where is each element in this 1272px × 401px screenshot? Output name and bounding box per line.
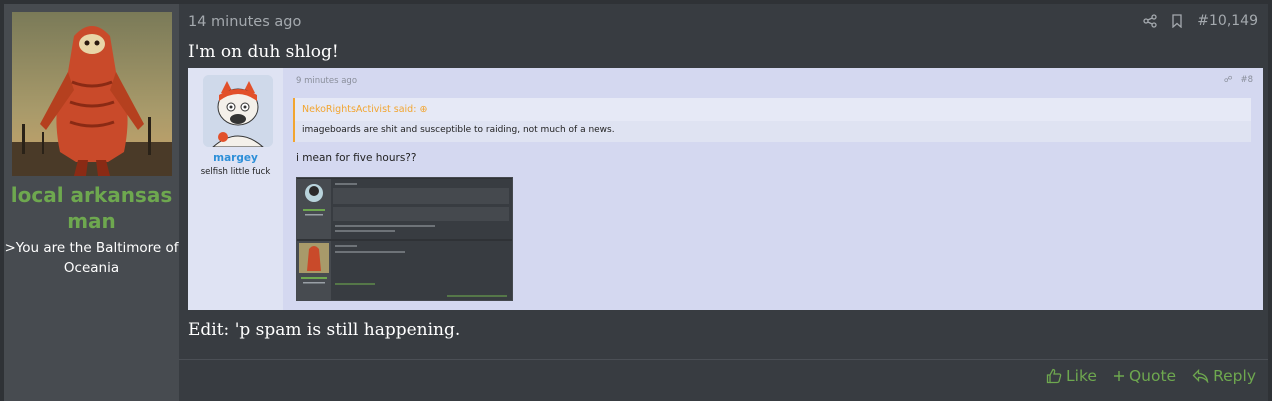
thumbs-up-icon (1046, 368, 1062, 384)
quote-button[interactable]: Quote (1113, 367, 1176, 385)
embed-quote-author: NekoRightsActivist said: ⊕ (302, 104, 427, 115)
mini-line (335, 230, 395, 232)
mini-quote (333, 188, 509, 204)
mini-post-1 (297, 179, 512, 239)
reply-arrow-icon (1192, 369, 1209, 383)
embed-timestamp: 9 minutes ago (296, 76, 358, 86)
mini-avatar-1 (303, 184, 325, 216)
mini-quote (333, 207, 509, 221)
embed-username: margey (213, 152, 258, 164)
plus-icon (1113, 370, 1125, 382)
nested-screenshot-thumbnail (296, 177, 513, 301)
reply-button[interactable]: Reply (1192, 367, 1256, 385)
user-title: >You are the Baltimore of Oceania (4, 240, 179, 276)
reply-label: Reply (1213, 367, 1256, 385)
post-timestamp[interactable]: 14 minutes ago (188, 14, 301, 30)
embed-user-title: selfish little fuck (200, 167, 271, 177)
mini-user-1 (297, 179, 331, 239)
embed-share-icon: ☍ (1223, 75, 1233, 85)
embed-avatar (203, 75, 273, 147)
mini-line (335, 251, 405, 253)
embedded-screenshot[interactable]: margey selfish little fuck 9 minutes ago… (188, 68, 1263, 310)
mini-avatar-2 (299, 243, 329, 284)
mini-user-2 (297, 241, 331, 300)
mini-line (335, 283, 375, 285)
post-text-top: I'm on duh shlog! (188, 42, 339, 62)
embed-actions: ☍ #8 (1224, 75, 1253, 85)
mini-line (335, 225, 435, 227)
post-number[interactable]: #10,149 (1197, 13, 1258, 29)
mini-line (335, 245, 357, 247)
post-actions: #10,149 (1143, 13, 1258, 29)
mini-line (335, 183, 357, 185)
mini-line (447, 295, 507, 297)
user-sidebar: local arkansas man >You are the Baltimor… (4, 4, 179, 401)
embed-post-number: #8 (1240, 75, 1253, 85)
embed-quote-text: imageboards are shit and susceptible to … (295, 121, 1251, 142)
message-post: local arkansas man >You are the Baltimor… (0, 0, 1272, 401)
post-text-bottom: Edit: 'p spam is still happening. (188, 320, 461, 340)
bookmark-icon[interactable] (1171, 14, 1183, 28)
avatar[interactable] (12, 12, 172, 176)
embed-quote-block: NekoRightsActivist said: ⊕ imageboards a… (293, 98, 1251, 142)
embed-user-sidebar: margey selfish little fuck (188, 68, 283, 310)
mini-post-2 (297, 241, 512, 300)
like-label: Like (1066, 367, 1097, 385)
like-button[interactable]: Like (1046, 367, 1097, 385)
quote-label: Quote (1128, 367, 1177, 385)
embed-reply-text: i mean for five hours?? (296, 152, 417, 164)
post-footer-actions: Like Quote Reply (1046, 367, 1256, 385)
username[interactable]: local arkansas man (4, 182, 179, 234)
embed-quote-author-name: NekoRightsActivist said: (302, 104, 417, 115)
share-icon[interactable] (1143, 14, 1157, 28)
message-main: 14 minutes ago #10,149 I'm on duh shlog! (179, 4, 1268, 401)
footer-divider (179, 359, 1268, 360)
embed-quote-arrow-icon: ⊕ (419, 104, 428, 115)
